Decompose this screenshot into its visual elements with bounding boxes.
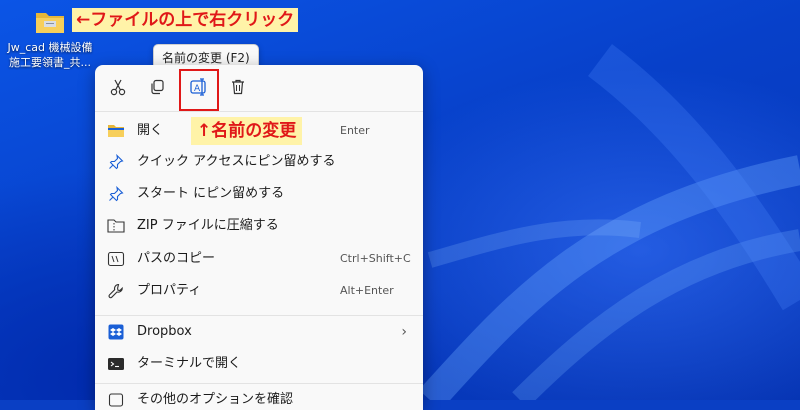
submenu-arrow-icon: › xyxy=(401,324,407,340)
menu-item-label: プロパティ xyxy=(137,283,202,298)
rename-annotation: ↑名前の変更 xyxy=(191,117,303,145)
pin-icon xyxy=(107,154,125,170)
menu-separator xyxy=(95,315,423,316)
trash-icon xyxy=(232,79,244,95)
wrench-icon xyxy=(107,283,125,299)
pin-icon xyxy=(107,186,125,202)
folder-open-icon xyxy=(107,123,125,139)
menu-item-label: Dropbox xyxy=(137,324,192,339)
menu-item-shortcut: Ctrl+Shift+C xyxy=(340,252,411,265)
menu-item-label: クイック アクセスにピン留めする xyxy=(137,154,336,169)
folder-icon[interactable] xyxy=(34,8,66,36)
path-copy-icon xyxy=(107,251,125,267)
menu-item-copy-path[interactable]: パスのコピー Ctrl+Shift+C xyxy=(95,244,423,274)
toolbar-separator xyxy=(95,111,423,112)
menu-item-label: 開く xyxy=(137,123,164,138)
terminal-icon xyxy=(107,356,125,372)
right-click-annotation: ←ファイルの上で右クリック xyxy=(72,8,299,32)
zip-icon xyxy=(107,218,125,234)
menu-item-properties[interactable]: プロパティ Alt+Enter xyxy=(95,276,423,306)
menu-separator xyxy=(95,383,423,384)
menu-item-dropbox[interactable]: Dropbox › xyxy=(95,317,423,347)
menu-item-more-options[interactable]: その他のオプションを確認 xyxy=(95,385,423,410)
copy-button[interactable] xyxy=(145,75,169,99)
context-menu-toolbar: A xyxy=(95,65,423,111)
delete-button[interactable] xyxy=(226,75,250,99)
menu-item-pin-start[interactable]: スタート にピン留めする xyxy=(95,179,423,209)
file-name-line1: Jw_cad 機械設備 xyxy=(7,41,93,54)
menu-item-zip[interactable]: ZIP ファイルに圧縮する xyxy=(95,211,423,241)
menu-item-label: その他のオプションを確認 xyxy=(137,392,294,407)
file-name-line2: 施工要領書_共... xyxy=(9,56,91,69)
copy-icon xyxy=(151,79,164,95)
menu-item-label: パスのコピー xyxy=(137,251,216,266)
cut-button[interactable] xyxy=(106,75,130,99)
file-name-label[interactable]: Jw_cad 機械設備 施工要領書_共... xyxy=(2,40,98,70)
menu-item-label: ZIP ファイルに圧縮する xyxy=(137,218,279,233)
menu-item-shortcut: Enter xyxy=(340,124,370,137)
rename-highlight-box xyxy=(179,69,219,111)
menu-item-label: スタート にピン留めする xyxy=(137,186,285,201)
scissors-icon xyxy=(110,79,126,96)
menu-item-label: ターミナルで開く xyxy=(137,356,242,371)
menu-item-open-terminal[interactable]: ターミナルで開く xyxy=(95,349,423,379)
menu-item-shortcut: Alt+Enter xyxy=(340,284,394,297)
menu-item-pin-quick-access[interactable]: クイック アクセスにピン留めする xyxy=(95,147,423,177)
dropbox-icon xyxy=(107,324,125,340)
more-options-icon xyxy=(107,392,125,408)
